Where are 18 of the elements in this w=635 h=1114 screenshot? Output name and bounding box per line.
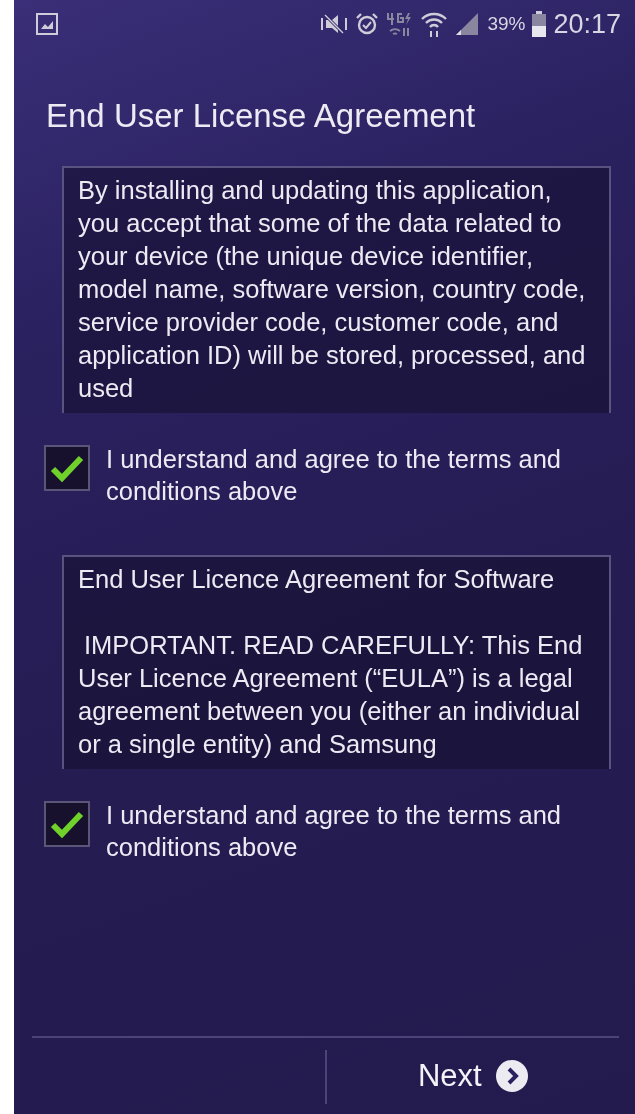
paragraph: By installing and updating this application, you accept that some of the data related to your device (the unique device identifier, model name, software version, country code, service provider code, customer code, and application ID) will be stored, processed, and used [78, 175, 587, 404]
checkbox-label: I understand and agree to the terms and conditions above [106, 444, 563, 507]
battery-percentage: 39% [487, 11, 526, 36]
wifi-icon [421, 11, 448, 37]
checkbox-label: I understand and agree to the terms and conditions above [106, 800, 563, 863]
battery-icon [532, 11, 547, 37]
paragraph: End User Licence Agreement for Software [78, 564, 556, 595]
gallery-icon [36, 13, 58, 35]
checkbox[interactable] [44, 445, 90, 491]
next-button[interactable]: Next [326, 1038, 619, 1114]
checkbox[interactable] [44, 801, 90, 847]
vibrate-mute-icon [320, 13, 349, 35]
paragraph: IMPORTANT. READ CAREFULLY: This End User Licence Agreement (“EULA”) is a legal agreement between you (either an individual or a single entity) and Samsung [78, 630, 584, 760]
clock-time: 20:17 [553, 7, 621, 41]
screen-title: End User License Agreement [45, 96, 477, 137]
chevron-right-icon [495, 1060, 528, 1092]
alarm-icon [355, 12, 380, 36]
signal-icon [454, 12, 481, 36]
